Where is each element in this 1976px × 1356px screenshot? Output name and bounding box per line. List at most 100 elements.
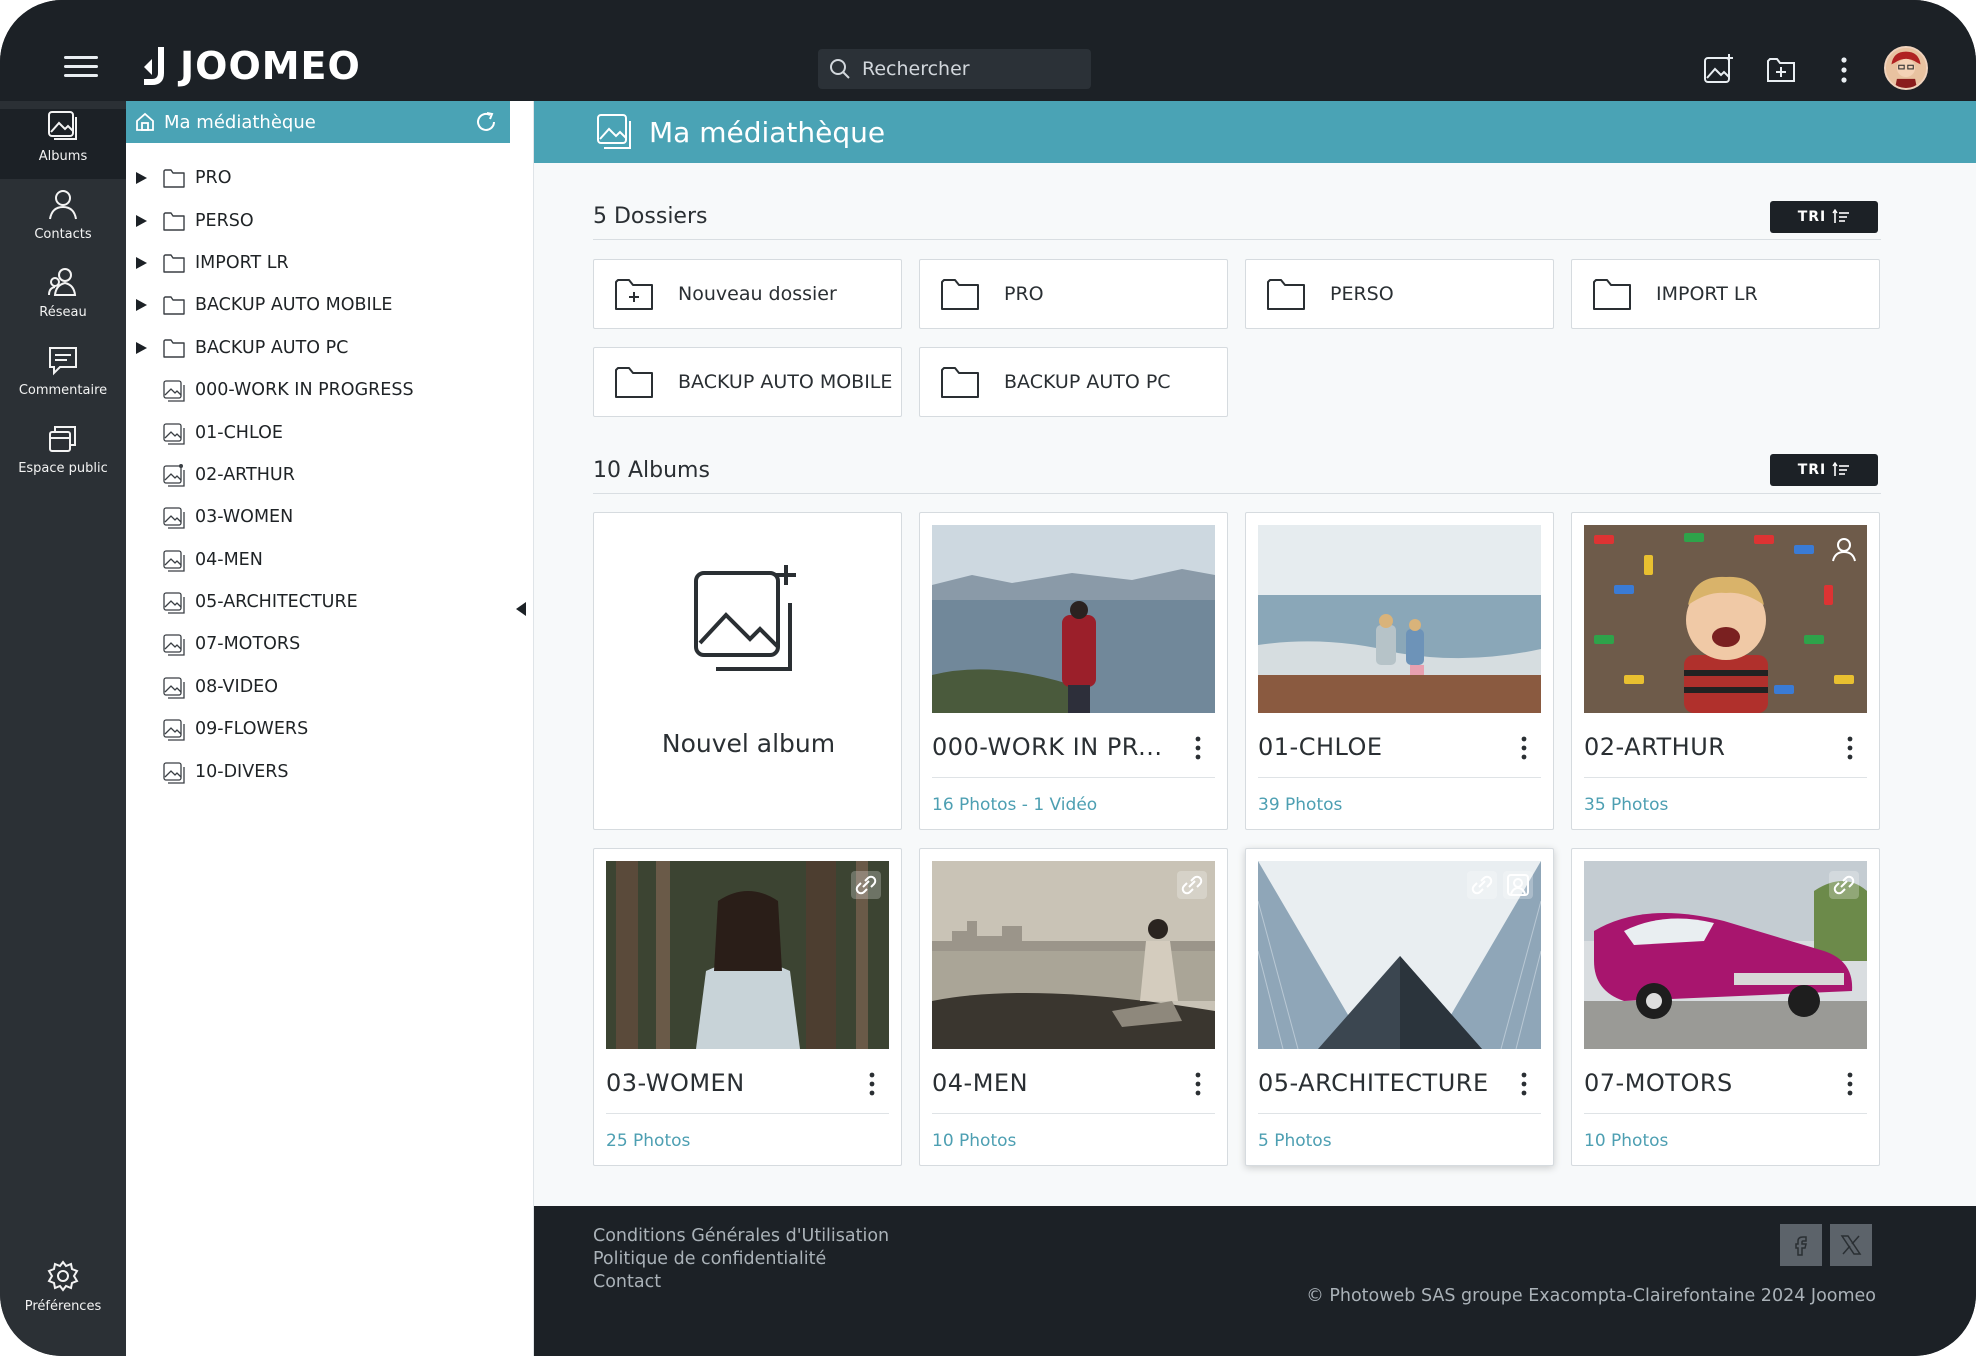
more-vertical-icon[interactable] <box>867 1071 877 1097</box>
album-icon <box>163 380 185 402</box>
rail-item-public-space[interactable]: Espace public <box>0 421 126 497</box>
more-vertical-icon[interactable] <box>1193 1071 1203 1097</box>
link-icon <box>1177 871 1207 899</box>
album-card-arthur[interactable]: 02-ARTHUR 35 Photos <box>1571 512 1880 830</box>
facebook-icon <box>1795 1236 1807 1256</box>
tree-item[interactable]: 05-ARCHITECTURE <box>126 581 526 623</box>
album-card-women[interactable]: 03-WOMEN 25 Photos <box>593 848 902 1166</box>
refresh-icon[interactable] <box>474 110 498 134</box>
tree-item[interactable]: BACKUP AUTO PC <box>126 327 526 369</box>
footer-link-privacy[interactable]: Politique de confidentialité <box>593 1249 826 1269</box>
tree-item[interactable]: 02-ARTHUR <box>126 454 526 496</box>
more-vertical-icon[interactable] <box>1193 735 1203 761</box>
expand-arrow-icon[interactable] <box>134 341 148 355</box>
tree-root-item[interactable]: Ma médiathèque <box>126 101 510 143</box>
page-title: Ma médiathèque <box>649 115 886 149</box>
album-thumbnail <box>932 861 1215 1049</box>
rail-label-network: Réseau <box>39 305 87 320</box>
tree-item[interactable]: 08-VIDEO <box>126 666 526 708</box>
sort-label: TRI <box>1797 209 1827 225</box>
new-album-card[interactable]: Nouvel album <box>593 512 902 830</box>
expand-arrow-icon[interactable] <box>134 214 148 228</box>
copyright: © Photoweb SAS groupe Exacompta-Clairefo… <box>1306 1286 1876 1306</box>
add-album-icon[interactable] <box>1702 52 1736 86</box>
album-thumbnail <box>1258 525 1541 713</box>
tree-item[interactable]: 09-FLOWERS <box>126 708 526 750</box>
search-icon <box>830 59 850 79</box>
new-folder-card[interactable]: Nouveau dossier <box>593 259 902 329</box>
folder-icon <box>163 169 185 188</box>
album-card-motors[interactable]: 07-MOTORS 10 Photos <box>1571 848 1880 1166</box>
album-name: 05-ARCHITECTURE <box>1258 1069 1489 1097</box>
tree-item[interactable]: 03-WOMEN <box>126 496 526 538</box>
divider <box>1258 777 1541 778</box>
folder-card-backup-auto-mobile[interactable]: BACKUP AUTO MOBILE <box>593 347 902 417</box>
rail-item-comment[interactable]: Commentaire <box>0 343 126 419</box>
more-vertical-icon[interactable] <box>1519 735 1529 761</box>
album-card-chloe[interactable]: 01-CHLOE 39 Photos <box>1245 512 1554 830</box>
link-icon <box>851 871 881 899</box>
add-folder-icon[interactable] <box>1764 52 1798 86</box>
facebook-button[interactable] <box>1780 1224 1822 1266</box>
tree-item-label: IMPORT LR <box>195 252 289 273</box>
albums-section-title: 10 Albums <box>593 458 710 483</box>
footer-link-terms[interactable]: Conditions Générales d'Utilisation <box>593 1226 889 1246</box>
expand-arrow-icon[interactable] <box>134 171 148 185</box>
album-icon <box>163 719 185 741</box>
tree-item[interactable]: 01-CHLOE <box>126 411 526 453</box>
rail-item-network[interactable]: Réseau <box>0 265 126 341</box>
album-thumbnail <box>932 525 1215 713</box>
photo-skyscrapers <box>1258 861 1541 1049</box>
tree-item[interactable]: 07-MOTORS <box>126 623 526 665</box>
more-vertical-icon[interactable] <box>1519 1071 1529 1097</box>
album-name: 03-WOMEN <box>606 1069 745 1097</box>
album-count: 10 Photos <box>1584 1131 1669 1151</box>
albums-icon <box>48 111 77 140</box>
divider <box>1584 1113 1867 1114</box>
album-count: 35 Photos <box>1584 795 1669 815</box>
tree-item[interactable]: BACKUP AUTO MOBILE <box>126 284 526 326</box>
expand-arrow-icon[interactable] <box>134 256 148 270</box>
app-logo[interactable]: JOOMEO <box>140 44 361 88</box>
x-button[interactable] <box>1830 1224 1872 1266</box>
folder-card-backup-auto-pc[interactable]: BACKUP AUTO PC <box>919 347 1228 417</box>
x-icon <box>1840 1235 1862 1255</box>
link-icon <box>1829 871 1859 899</box>
folder-card-perso[interactable]: PERSO <box>1245 259 1554 329</box>
tree-item[interactable]: PERSO <box>126 199 526 241</box>
collapse-panel-icon[interactable] <box>514 600 528 618</box>
album-card-work-in-progress[interactable]: 000-WORK IN PR... 16 Photos - 1 Vidéo <box>919 512 1228 830</box>
album-name: 01-CHLOE <box>1258 733 1383 761</box>
new-album-label: Nouvel album <box>661 729 836 758</box>
rail-label-public-space: Espace public <box>18 461 108 476</box>
rail-item-albums[interactable]: Albums <box>0 109 126 179</box>
album-card-men[interactable]: 04-MEN 10 Photos <box>919 848 1228 1166</box>
rail-item-preferences[interactable]: Préférences <box>0 1259 126 1335</box>
more-vertical-icon[interactable] <box>1845 735 1855 761</box>
divider <box>932 777 1215 778</box>
footer-link-contact[interactable]: Contact <box>593 1272 661 1292</box>
search-input[interactable]: Rechercher <box>818 49 1091 89</box>
album-card-architecture[interactable]: 05-ARCHITECTURE 5 Photos <box>1245 848 1554 1166</box>
tree-item-label: 05-ARCHITECTURE <box>195 592 358 613</box>
tree-item[interactable]: 10-DIVERS <box>126 750 526 792</box>
tree-item[interactable]: PRO <box>126 157 526 199</box>
more-vertical-icon[interactable] <box>1832 55 1856 85</box>
tree-item[interactable]: 04-MEN <box>126 539 526 581</box>
album-thumbnail <box>606 861 889 1049</box>
sort-albums-button[interactable]: TRI <box>1770 454 1878 486</box>
divider <box>932 1113 1215 1114</box>
rail-item-contacts[interactable]: Contacts <box>0 187 126 263</box>
folder-card-pro[interactable]: PRO <box>919 259 1228 329</box>
expand-arrow-icon[interactable] <box>134 298 148 312</box>
avatar[interactable] <box>1884 46 1928 90</box>
sort-folders-button[interactable]: TRI <box>1770 201 1878 233</box>
tree-item[interactable]: IMPORT LR <box>126 242 526 284</box>
tree-item[interactable]: 000-WORK IN PROGRESS <box>126 369 526 411</box>
hamburger-menu-icon[interactable] <box>64 56 98 78</box>
folder-icon <box>941 367 979 398</box>
app-window: JOOMEO Rechercher Albums Contacts Réseau… <box>0 0 1976 1356</box>
tree-item-label: 02-ARTHUR <box>195 464 295 485</box>
more-vertical-icon[interactable] <box>1845 1071 1855 1097</box>
folder-card-import-lr[interactable]: IMPORT LR <box>1571 259 1880 329</box>
